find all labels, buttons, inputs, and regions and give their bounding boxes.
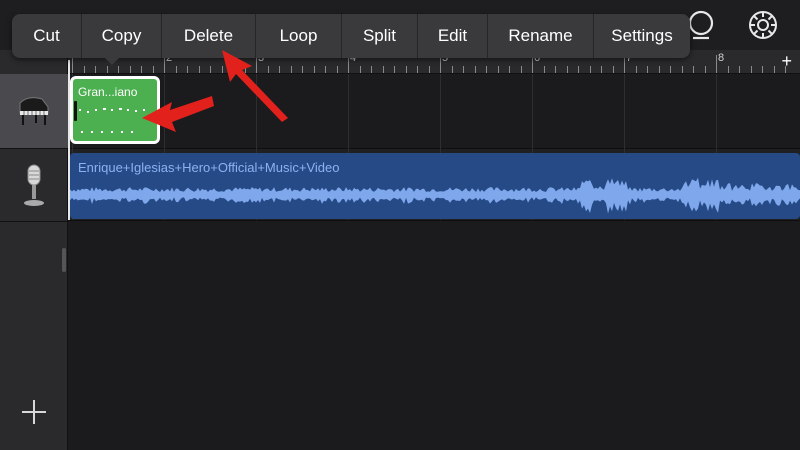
ruler-tick: [95, 66, 96, 73]
ruler-tick: [681, 66, 683, 73]
ruler-tick: [566, 66, 568, 73]
ruler-tick: [509, 66, 510, 73]
tracks-area[interactable]: [68, 74, 800, 450]
menu-item-split[interactable]: Split: [342, 14, 418, 58]
ruler-tick: [451, 66, 453, 73]
ruler-tick: [497, 66, 499, 73]
midi-notes: [79, 108, 145, 133]
ruler-tick: [520, 66, 522, 73]
ruler-tick: [290, 66, 292, 73]
ruler-tick: [313, 66, 315, 73]
ruler-tick: [106, 66, 108, 73]
ruler-tick: [325, 66, 326, 73]
ruler-tick: [210, 66, 211, 73]
microphone-icon: [24, 164, 44, 206]
ruler-tick: [382, 66, 384, 73]
ruler-tick: [578, 66, 579, 73]
ruler-tick: [336, 66, 338, 73]
menu-item-loop[interactable]: Loop: [256, 14, 342, 58]
ruler-tick: [750, 66, 752, 73]
ruler-tick: [589, 66, 591, 73]
ruler-tick: [601, 66, 602, 73]
ruler-tick: [785, 66, 786, 73]
ruler-tick: [693, 66, 694, 73]
ruler-tick: [647, 66, 648, 73]
ruler-tick: [555, 66, 556, 73]
audio-waveform: [70, 177, 800, 214]
ruler-tick: [773, 66, 775, 73]
ruler-tick: [428, 66, 430, 73]
track-scroll-handle[interactable]: [62, 248, 66, 272]
menu-item-rename[interactable]: Rename: [488, 14, 594, 58]
ruler-tick: [118, 66, 119, 73]
ruler-tick: [739, 66, 740, 73]
ruler-tick: [486, 66, 487, 73]
ruler-tick: [612, 66, 614, 73]
ruler-tick: [635, 66, 637, 73]
track-header-grand-piano[interactable]: [0, 74, 68, 149]
menu-item-delete[interactable]: Delete: [162, 14, 256, 58]
ruler-tick: [716, 55, 717, 73]
menu-item-cut[interactable]: Cut: [12, 14, 82, 58]
context-menu-pointer: [104, 57, 120, 65]
settings-icon[interactable]: [746, 8, 780, 42]
ruler-tick: [175, 66, 177, 73]
ruler-tick: [474, 66, 476, 73]
ruler-tick: [187, 66, 188, 73]
add-track-icon[interactable]: [20, 398, 48, 426]
ruler-tick: [152, 66, 154, 73]
ruler-bar-number: 8: [718, 52, 725, 64]
track-header-microphone[interactable]: [0, 150, 68, 222]
ruler-tick: [463, 66, 464, 73]
menu-item-edit[interactable]: Edit: [418, 14, 488, 58]
lane-grand-piano[interactable]: [68, 74, 800, 149]
ruler-tick: [658, 66, 660, 73]
menu-item-copy[interactable]: Copy: [82, 14, 162, 58]
ruler-tick: [670, 66, 671, 73]
ruler-tick: [129, 66, 131, 73]
add-section-button[interactable]: +: [781, 52, 792, 70]
ruler-tick: [198, 66, 200, 73]
ruler-tick: [233, 66, 234, 73]
ruler-tick: [543, 66, 545, 73]
menu-item-settings[interactable]: Settings: [594, 14, 690, 58]
grand-piano-icon: [19, 97, 49, 125]
audio-region-vocal[interactable]: Enrique+Iglesias+Hero+Official+Music+Vid…: [70, 153, 800, 219]
ruler-tick: [762, 66, 763, 73]
ruler-tick: [405, 66, 407, 73]
midi-region-grand-piano[interactable]: Gran...iano: [70, 76, 160, 144]
track-header-column: [0, 50, 68, 450]
ruler-tick: [727, 66, 729, 73]
ruler-tick: [244, 66, 246, 73]
ruler-tick: [221, 66, 223, 73]
ruler-tick: [267, 66, 269, 73]
ruler-tick: [279, 66, 280, 73]
ruler-tick: [83, 66, 85, 73]
ruler-tick: [394, 66, 395, 73]
ruler-tick: [371, 66, 372, 73]
ruler-tick: [141, 66, 142, 73]
ruler-tick: [302, 66, 303, 73]
region-context-menu: Cut Copy Delete Loop Split Edit Rename S…: [12, 14, 690, 58]
ruler-tick: [417, 66, 418, 73]
ruler-tick: [359, 66, 361, 73]
ruler-tick: [704, 66, 706, 73]
